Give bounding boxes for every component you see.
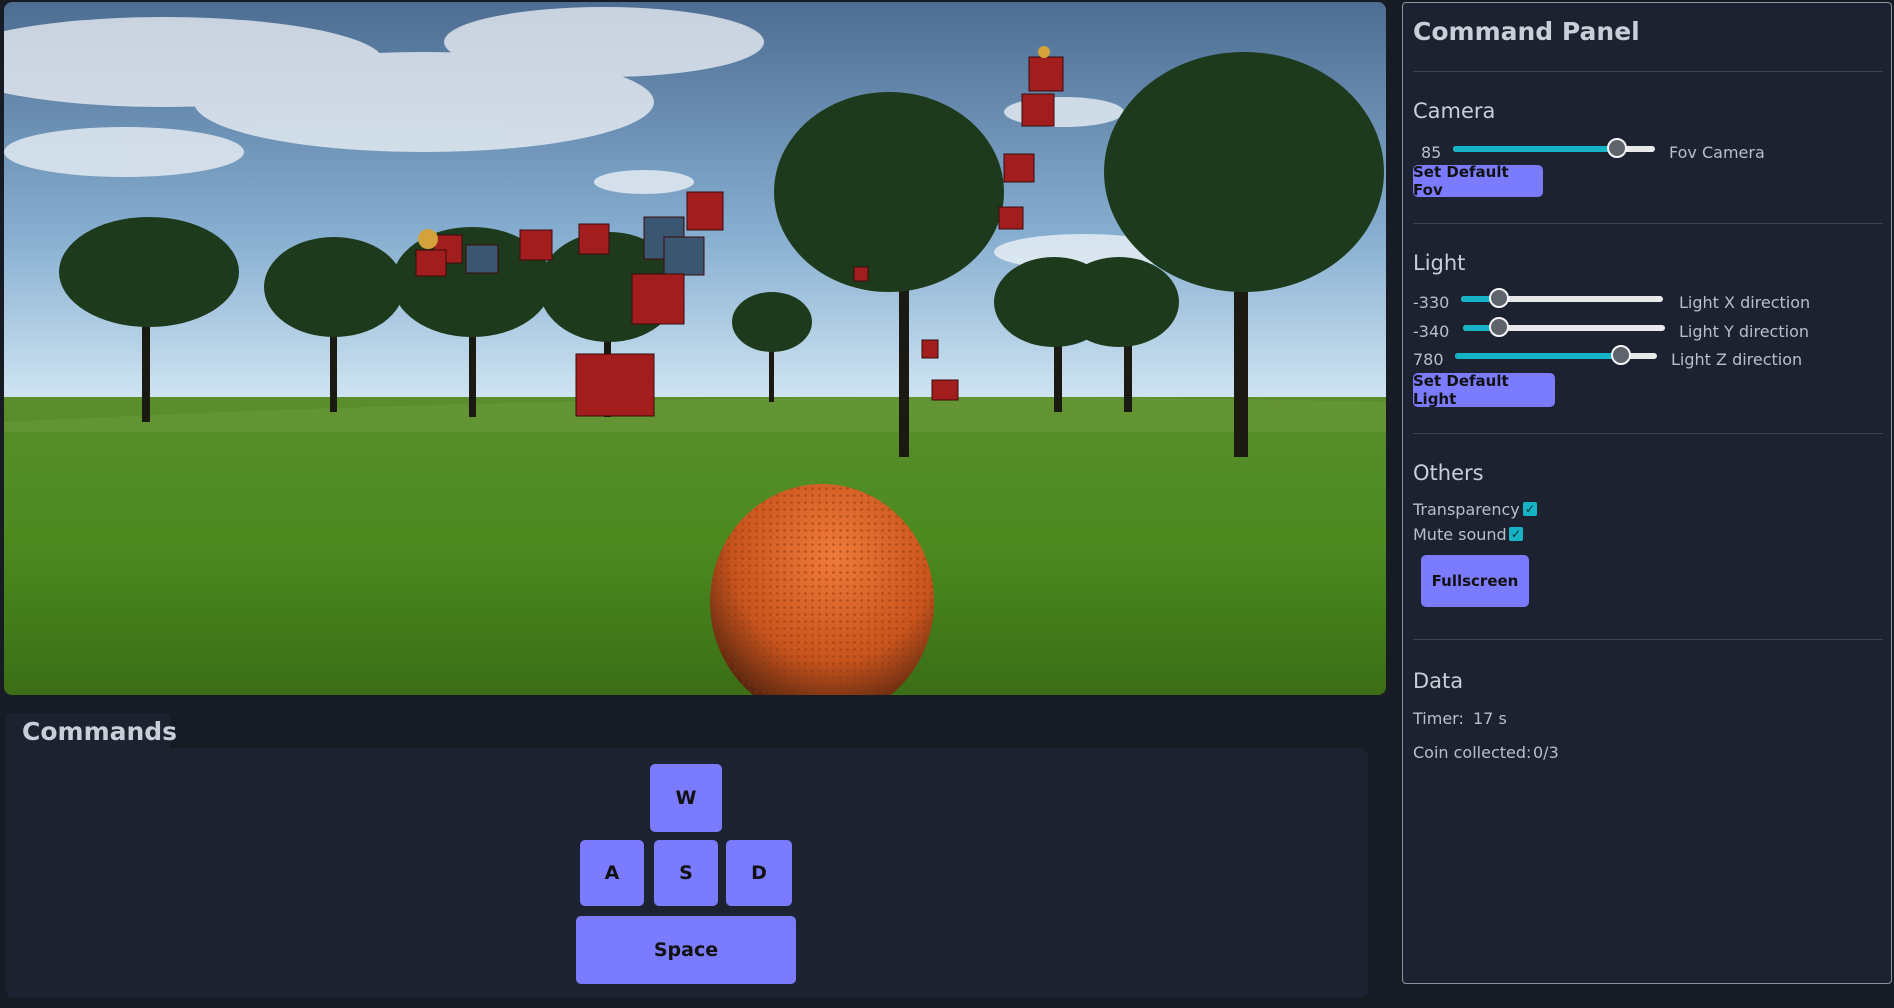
light-z-label: Light Z direction — [1671, 350, 1803, 369]
light-y-slider[interactable] — [1463, 317, 1665, 337]
light-x-label: Light X direction — [1679, 293, 1811, 312]
light-y-slider-thumb[interactable] — [1489, 317, 1510, 337]
timer-value: 17 s — [1473, 709, 1507, 728]
coin-collected-value: 0/3 — [1533, 743, 1559, 762]
grass-field — [4, 397, 1386, 695]
commands-tab: Commands — [6, 713, 177, 751]
key-d-button[interactable]: D — [726, 840, 792, 906]
fov-slider-thumb[interactable] — [1606, 138, 1627, 158]
panel-title: Command Panel — [1413, 17, 1640, 46]
divider — [1413, 223, 1883, 224]
light-x-slider[interactable] — [1461, 288, 1663, 308]
set-default-light-button[interactable]: Set Default Light — [1413, 372, 1555, 408]
commands-panel: W A S D Space — [6, 748, 1368, 998]
game-viewport[interactable] — [4, 2, 1386, 695]
key-s-button[interactable]: S — [654, 840, 718, 906]
command-panel: Command Panel Camera 85 Fov Camera Set D… — [1402, 2, 1892, 984]
light-z-slider-thumb[interactable] — [1610, 345, 1631, 365]
transparency-label: Transparency — [1413, 500, 1520, 519]
key-space-button[interactable]: Space — [576, 916, 796, 984]
transparency-checkbox[interactable]: ✓ — [1523, 502, 1537, 516]
light-x-value: -330 — [1413, 293, 1450, 312]
divider — [1413, 433, 1883, 434]
mute-sound-label: Mute sound — [1413, 525, 1507, 544]
key-w-button[interactable]: W — [650, 764, 722, 832]
game-scene — [4, 2, 1386, 695]
data-heading: Data — [1413, 669, 1464, 693]
set-default-fov-button[interactable]: Set Default Fov — [1413, 163, 1543, 199]
light-x-slider-thumb[interactable] — [1489, 288, 1510, 308]
others-heading: Others — [1413, 461, 1484, 485]
fov-label: Fov Camera — [1669, 143, 1765, 162]
commands-title: Commands — [22, 717, 178, 746]
fov-value: 85 — [1421, 143, 1442, 162]
light-heading: Light — [1413, 251, 1466, 275]
light-y-value: -340 — [1413, 322, 1450, 341]
camera-heading: Camera — [1413, 99, 1496, 123]
divider — [1413, 71, 1883, 72]
light-z-slider[interactable] — [1455, 345, 1657, 365]
key-a-button[interactable]: A — [580, 840, 644, 906]
light-z-value: 780 — [1413, 350, 1444, 369]
light-y-label: Light Y direction — [1679, 322, 1809, 341]
mute-sound-checkbox[interactable]: ✓ — [1509, 527, 1523, 541]
fov-slider[interactable] — [1453, 138, 1655, 158]
divider — [1413, 639, 1883, 640]
timer-label: Timer: — [1413, 709, 1464, 728]
fullscreen-button[interactable]: Fullscreen — [1421, 555, 1529, 607]
coin-collected-label: Coin collected: — [1413, 743, 1532, 762]
